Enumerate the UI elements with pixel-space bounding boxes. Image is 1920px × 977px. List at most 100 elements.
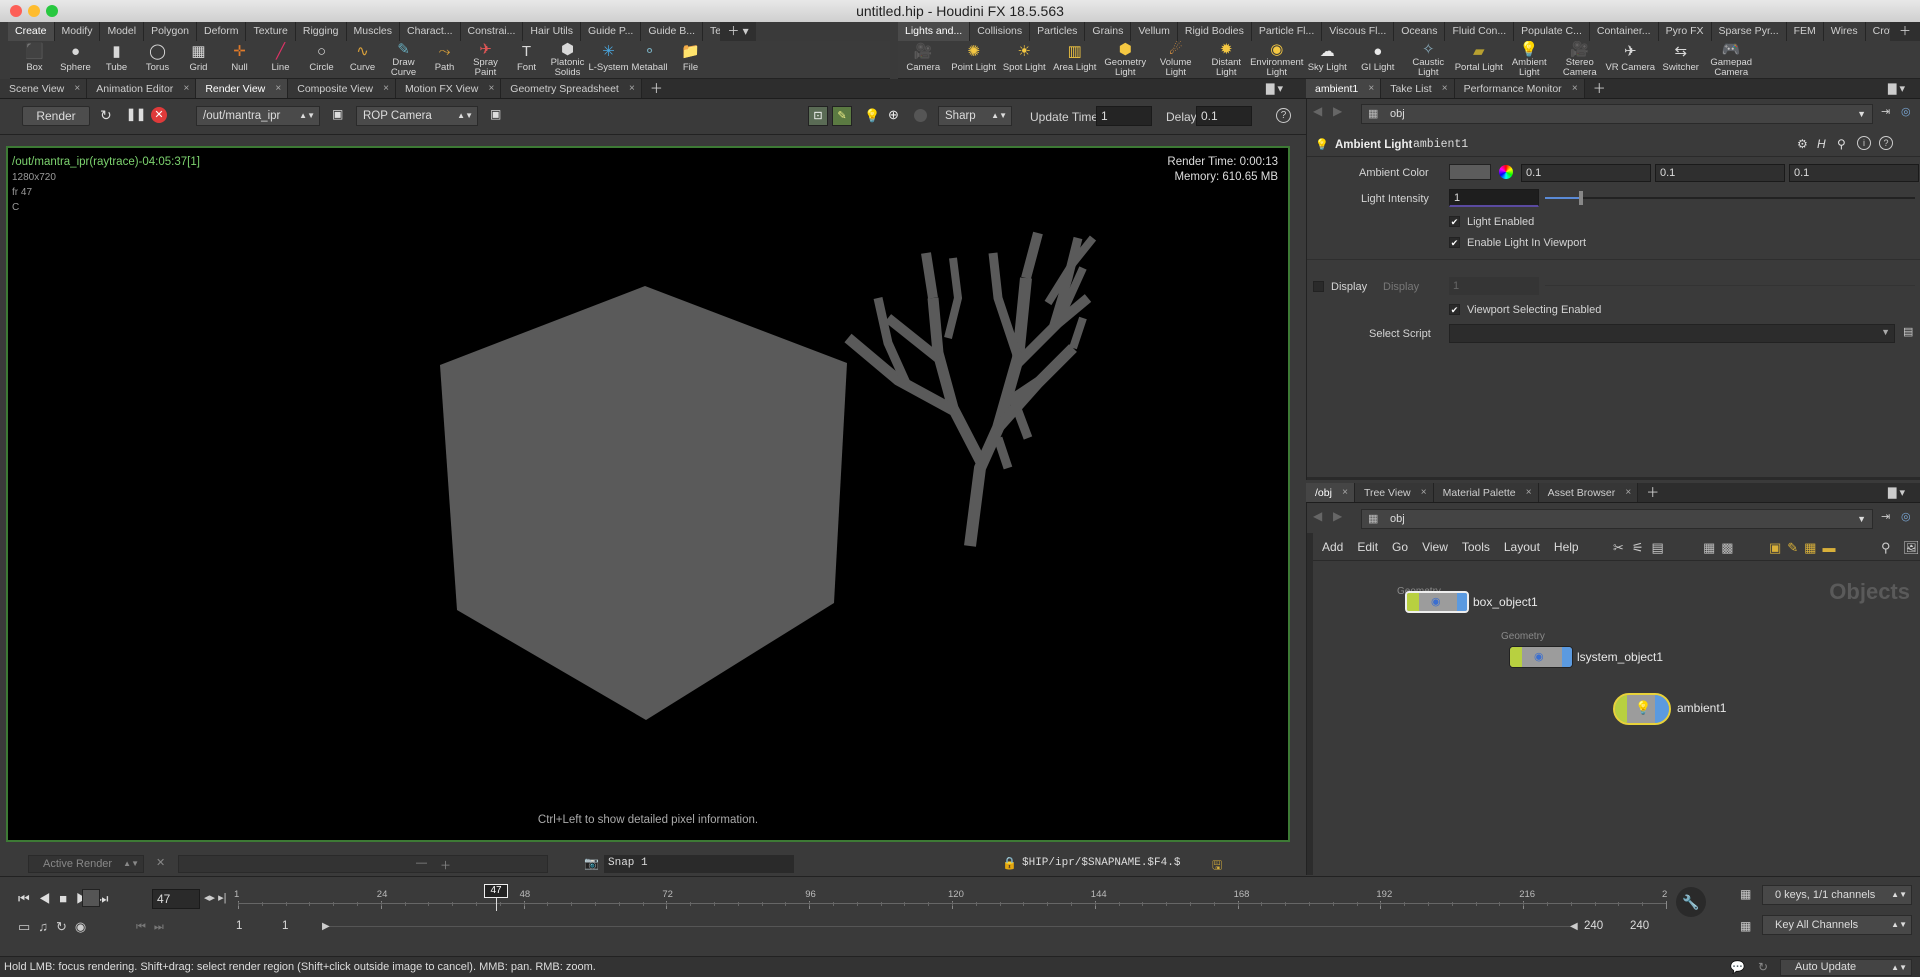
range-nav-icons[interactable]: ⏮⏭ bbox=[136, 921, 172, 934]
keyframe-icon[interactable]: ▦ bbox=[1740, 887, 1751, 901]
network-menu-view[interactable]: View bbox=[1415, 535, 1455, 560]
range-end-field[interactable]: 240 bbox=[1584, 916, 1624, 936]
info-icon[interactable]: i bbox=[1857, 136, 1871, 150]
pane-tab[interactable]: Scene View × bbox=[0, 79, 88, 99]
close-tab-icon[interactable]: × bbox=[183, 79, 189, 99]
shelf-tab[interactable]: Muscles bbox=[346, 22, 401, 41]
network-menu-layout[interactable]: Layout bbox=[1497, 535, 1547, 560]
tool-file[interactable]: 📁 File bbox=[670, 41, 711, 78]
box-object-name[interactable]: box_object1 bbox=[1473, 595, 1538, 609]
tool-path[interactable]: ⤳ Path bbox=[424, 41, 465, 78]
pane-tab[interactable]: Geometry Spreadsheet × bbox=[501, 79, 642, 98]
net-forward-arrow-icon[interactable]: ▶ bbox=[1333, 509, 1342, 523]
network-menu-tools[interactable]: Tools bbox=[1455, 535, 1497, 560]
current-frame-field[interactable]: 47 bbox=[152, 889, 200, 909]
pane-tab[interactable]: Material Palette × bbox=[1433, 483, 1539, 502]
tool-stereo-camera[interactable]: 🎥 Stereo Camera bbox=[1555, 41, 1606, 78]
shelf-tab[interactable]: Wires bbox=[1823, 22, 1866, 41]
snapshot-slider[interactable]: — ＋ bbox=[178, 855, 548, 873]
pin-icon[interactable]: ⇥ bbox=[1881, 105, 1890, 118]
tool-lsystem[interactable]: ✳ L-System bbox=[588, 41, 629, 78]
ambient-color-g[interactable]: 0.1 bbox=[1655, 164, 1785, 182]
pane-tab[interactable]: Motion FX View × bbox=[395, 79, 502, 99]
shelf-tab[interactable]: Collisions bbox=[970, 22, 1031, 41]
shelf-tab[interactable]: Deform bbox=[197, 22, 247, 41]
range-start-handle[interactable]: ▶ bbox=[322, 921, 330, 932]
light-enabled-checkbox[interactable]: ✔ bbox=[1449, 216, 1460, 227]
light-intensity-slider[interactable] bbox=[1545, 197, 1915, 199]
shelf-tab[interactable]: Model bbox=[100, 22, 145, 41]
tool-volume-light[interactable]: ☄ Volume Light bbox=[1151, 41, 1202, 78]
file-chooser-icon[interactable]: ▤ bbox=[1903, 325, 1913, 338]
close-tab-icon[interactable]: × bbox=[1625, 483, 1631, 503]
range-end-handle[interactable]: ◀ bbox=[1570, 921, 1578, 932]
network-menu-go[interactable]: Go bbox=[1385, 535, 1415, 560]
shelf-tab[interactable]: Guide P... bbox=[581, 22, 642, 41]
lsystem-object-node[interactable]: ◉ bbox=[1509, 646, 1573, 668]
rop-settings-icon[interactable]: ▣ bbox=[332, 107, 343, 121]
param-help-icon[interactable]: ? bbox=[1879, 136, 1893, 150]
param-path-bar[interactable]: ▦ obj ▼ bbox=[1361, 104, 1873, 124]
tool-portal-light[interactable]: ▰ Portal Light bbox=[1454, 41, 1505, 78]
shelf-tab[interactable]: Container... bbox=[1589, 22, 1659, 41]
network-tool-icons[interactable]: ✂⚟▤ bbox=[1613, 540, 1672, 556]
forward-arrow-icon[interactable]: ▶ bbox=[1333, 104, 1342, 118]
timeline-ruler[interactable]: 1 24 48 72 96 120 144 168 192 216 2 47 bbox=[234, 884, 1667, 913]
key-channels-icon[interactable]: ▦ bbox=[1740, 919, 1751, 933]
maximize-window-button[interactable] bbox=[46, 5, 58, 17]
ambient-light-node[interactable]: 💡 bbox=[1613, 693, 1671, 725]
pane-tab[interactable]: Asset Browser × bbox=[1538, 483, 1639, 503]
pane-tab[interactable]: Composite View × bbox=[288, 79, 396, 98]
tool-curve[interactable]: ∿ Curve bbox=[342, 41, 383, 78]
shelf-tab[interactable]: Charact... bbox=[400, 22, 461, 41]
tool-sky-light[interactable]: ☁ Sky Light bbox=[1302, 41, 1353, 78]
refresh-icon[interactable]: ↻ bbox=[100, 107, 116, 123]
network-display-icons[interactable]: ▣✎▦▬ bbox=[1769, 540, 1841, 556]
add-tab-button[interactable]: ＋ bbox=[642, 79, 671, 98]
box-object-node[interactable]: ◉ bbox=[1405, 591, 1469, 613]
clear-render-icon[interactable]: ✕ bbox=[156, 856, 165, 869]
close-tab-icon[interactable]: × bbox=[383, 79, 389, 99]
shelf-tab[interactable]: FEM bbox=[1786, 22, 1824, 41]
tool-tube[interactable]: ▮ Tube bbox=[96, 41, 137, 78]
node-name-field[interactable]: ambient1 bbox=[1413, 136, 1753, 154]
ambient-node-name[interactable]: ambient1 bbox=[1677, 701, 1726, 715]
close-tab-icon[interactable]: × bbox=[488, 79, 494, 99]
tool-gamepad-camera[interactable]: 🎮 Gamepad Camera bbox=[1706, 41, 1757, 78]
pane-tab[interactable]: Take List × bbox=[1381, 79, 1455, 98]
network-search-icon[interactable]: ⚲ bbox=[1881, 540, 1891, 556]
tool-grid[interactable]: ▦ Grid bbox=[178, 41, 219, 78]
shelf-tab[interactable]: Pyro FX bbox=[1658, 22, 1712, 41]
tool-environment-light[interactable]: ◉ Environment Light bbox=[1250, 41, 1303, 78]
add-tab-button[interactable]: ＋ bbox=[1638, 483, 1667, 502]
pane-tab[interactable]: /obj × bbox=[1306, 483, 1355, 502]
color-wheel-icon[interactable] bbox=[1499, 165, 1513, 179]
gear-icon[interactable]: ⚙ bbox=[1797, 137, 1808, 151]
pane-tab[interactable]: Performance Monitor × bbox=[1454, 79, 1585, 98]
help-icon[interactable]: ? bbox=[1276, 108, 1291, 123]
shelf-tab[interactable]: Particles bbox=[1030, 22, 1086, 41]
active-render-dropdown[interactable]: Active Render ▲▼ bbox=[28, 855, 144, 873]
ambient-color-b[interactable]: 0.1 bbox=[1789, 164, 1919, 182]
camera-settings-icon[interactable]: ▣ bbox=[490, 107, 501, 121]
update-time-field[interactable]: 1 bbox=[1096, 106, 1152, 126]
net-link-icon[interactable]: ◎ bbox=[1901, 510, 1911, 523]
network-image-icon[interactable]: 🖼 bbox=[1903, 540, 1920, 556]
render-button[interactable]: Render bbox=[22, 106, 90, 126]
preview-mode-icon[interactable]: ⊡ bbox=[808, 106, 828, 126]
rop-path-dropdown[interactable]: /out/mantra_ipr ▲▼ bbox=[196, 106, 320, 126]
shelf-tab[interactable]: Guide B... bbox=[641, 22, 704, 41]
tool-gi-light[interactable]: ● GI Light bbox=[1353, 41, 1404, 78]
close-tab-icon[interactable]: × bbox=[1421, 483, 1427, 503]
close-window-button[interactable] bbox=[10, 5, 22, 17]
tool-sphere[interactable]: ● Sphere bbox=[55, 41, 96, 78]
chat-icon[interactable]: 💬 bbox=[1730, 960, 1745, 974]
close-tab-icon[interactable]: × bbox=[74, 79, 80, 99]
net-pin-icon[interactable]: ⇥ bbox=[1881, 510, 1890, 523]
minimize-window-button[interactable] bbox=[28, 5, 40, 17]
tool-spray-paint[interactable]: ✈ Spray Paint bbox=[465, 41, 506, 78]
pane-splitter[interactable] bbox=[1307, 477, 1920, 480]
save-image-icon[interactable]: 🖫 bbox=[1212, 856, 1222, 877]
tool-switcher[interactable]: ⇆ Switcher bbox=[1656, 41, 1707, 78]
shelf-tab[interactable]: Lights and... bbox=[898, 22, 971, 41]
